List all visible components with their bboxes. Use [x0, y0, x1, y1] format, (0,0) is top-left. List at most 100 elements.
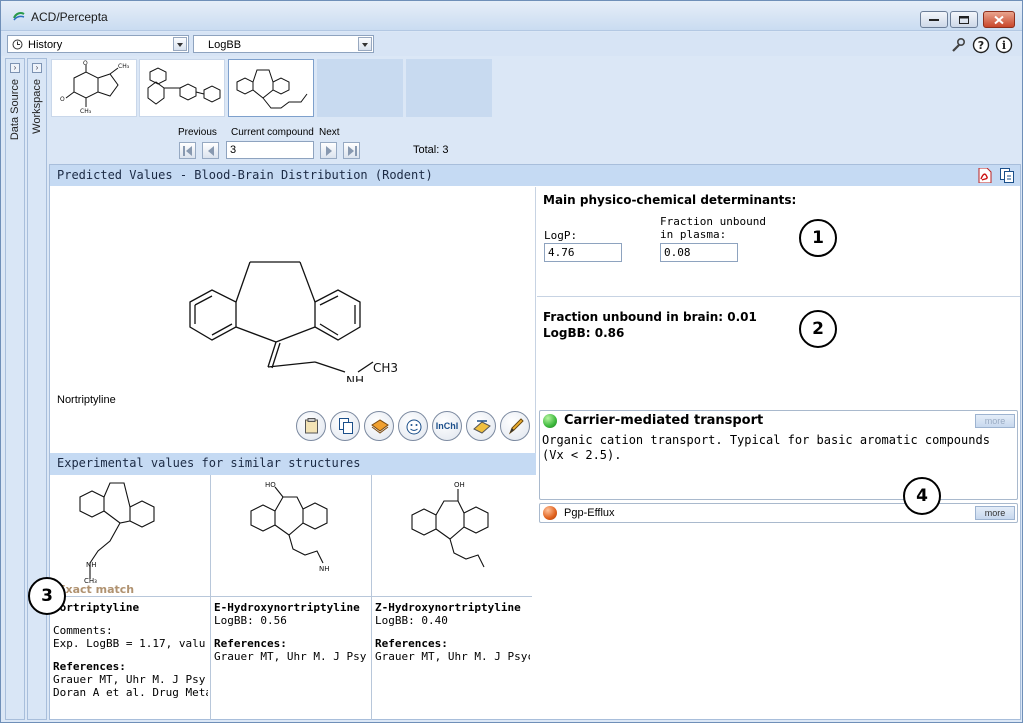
smiles-button[interactable] — [398, 411, 428, 441]
smiley-icon — [406, 419, 422, 435]
ch3-label: CH3 — [373, 361, 398, 375]
help-icon[interactable]: ? — [972, 36, 990, 54]
nh-label: NH — [346, 374, 364, 382]
close-button[interactable] — [983, 11, 1015, 28]
tab-workspace-label: Workspace — [31, 79, 43, 134]
results-panel: Predicted Values - Blood-Brain Distribut… — [49, 164, 1021, 720]
clipboard-paste-button[interactable] — [296, 411, 326, 441]
toolbar: History LogBB ? i — [1, 32, 1022, 56]
similar-structure-card[interactable]: HO NH E-Hydroxynortriptyline LogBB: 0.56… — [211, 475, 372, 720]
side-tab-strip: › Data Source › Workspace — [5, 58, 49, 720]
determinants-column: Main physico-chemical determinants: LogP… — [537, 187, 1020, 720]
similar-structure-card[interactable]: OH Z-Hydroxynortriptyline LogBB: 0.40 Re… — [372, 475, 533, 720]
fraction-unbound-label: Fraction unbound — [660, 215, 766, 228]
carrier-more-button[interactable]: more — [975, 414, 1015, 428]
chevron-down-icon[interactable] — [173, 37, 187, 51]
tab-workspace[interactable]: › Workspace — [27, 58, 47, 720]
empty-thumbnail-slot — [406, 59, 492, 117]
svg-text:?: ? — [978, 39, 984, 52]
svg-text:CH₃: CH₃ — [118, 63, 130, 70]
comments-label: Comments: — [53, 624, 113, 637]
current-compound-label: Current compound — [231, 127, 314, 138]
physchem-determinants-section: Main physico-chemical determinants: LogP… — [537, 187, 1020, 297]
svg-text:NH: NH — [86, 561, 97, 569]
inchi-icon: InChI — [435, 421, 459, 431]
info-icon[interactable]: i — [995, 36, 1013, 54]
molecule-structure-image — [236, 69, 308, 109]
wrench-icon[interactable] — [949, 36, 967, 54]
compound-thumbnail[interactable]: O O CH₃ CH₃ — [51, 59, 137, 117]
predicted-values-title: Predicted Values - Blood-Brain Distribut… — [57, 168, 433, 182]
pencil-button[interactable] — [500, 411, 530, 441]
clock-icon — [12, 39, 23, 50]
logp-label: LogP: — [544, 229, 578, 242]
pgp-more-button[interactable]: more — [975, 506, 1015, 520]
structure-panel: NH CH3 Nortriptyline InChI — [50, 187, 536, 453]
reference-text: Grauer MT, Uhr M. J Psy.. — [53, 673, 208, 686]
tab-data-source[interactable]: › Data Source — [5, 58, 25, 720]
pgp-efflux-card: Pgp-Efflux more — [539, 503, 1018, 523]
pdf-export-icon[interactable] — [978, 168, 992, 183]
logbb-value: LogBB: 0.56 — [214, 614, 287, 627]
compound-name: Nortriptyline — [57, 394, 116, 406]
compound-thumbnail-selected[interactable] — [228, 59, 314, 117]
fraction-unbound-brain: Fraction unbound in brain: 0.01 — [543, 310, 757, 324]
exact-match-label: Exact match — [58, 583, 135, 596]
references-label: References: — [214, 637, 287, 650]
svg-text:O: O — [60, 96, 65, 103]
similar-structure-name: E-Hydroxynortriptyline — [214, 601, 360, 614]
expand-icon[interactable]: › — [10, 63, 20, 73]
current-compound-input[interactable] — [226, 141, 314, 159]
similar-structure-image: HO NH — [211, 475, 371, 597]
status-orange-icon — [543, 506, 557, 520]
minimize-button[interactable] — [920, 11, 948, 28]
pencil-icon — [508, 418, 524, 435]
molecule-structure-image: NH CH₃ — [79, 482, 155, 585]
callout-4: 4 — [903, 477, 941, 515]
molecule-structure-image: HO NH — [250, 481, 330, 573]
history-dropdown[interactable]: History — [7, 35, 189, 53]
previous-icon — [208, 146, 214, 156]
similar-structure-details: Nortriptyline Comments: Exp. LogBB = 1.1… — [53, 601, 208, 699]
expand-icon[interactable]: › — [32, 63, 42, 73]
next-label: Next — [319, 127, 340, 138]
previous-button[interactable] — [202, 142, 219, 159]
module-dropdown[interactable]: LogBB — [193, 35, 374, 53]
last-button[interactable] — [343, 142, 360, 159]
minimize-icon — [929, 18, 939, 21]
module-value: LogBB — [208, 39, 242, 51]
window-title: ACD/Percepta — [31, 10, 108, 24]
total-count: Total: 3 — [413, 144, 449, 156]
maximize-icon — [959, 15, 969, 24]
molecule-structure-image: OH — [411, 481, 489, 568]
chevron-down-icon[interactable] — [358, 37, 372, 51]
edit-structure-button[interactable] — [466, 411, 496, 441]
similar-structure-image: OH — [372, 475, 532, 597]
copy-structure-button[interactable] — [330, 411, 360, 441]
app-window: ACD/Percepta History LogBB ? i › Data So… — [0, 0, 1023, 723]
carrier-transport-text: Organic cation transport. Typical for ba… — [542, 433, 990, 462]
callout-2: 2 — [799, 310, 837, 348]
experimental-values-title: Experimental values for similar structur… — [57, 456, 361, 470]
first-button[interactable] — [179, 142, 196, 159]
fraction-unbound-label-line2: in plasma: — [660, 228, 727, 241]
copy-icon[interactable] — [1000, 168, 1014, 183]
determinants-title: Main physico-chemical determinants: — [543, 193, 797, 207]
compound-thumbnail[interactable] — [139, 59, 225, 117]
book-icon — [371, 419, 389, 434]
logbb-value: LogBB: 0.40 — [375, 614, 448, 627]
next-button[interactable] — [320, 142, 337, 159]
svg-text:OH: OH — [454, 481, 465, 489]
similar-structure-details: Z-Hydroxynortriptyline LogBB: 0.40 Refer… — [375, 601, 530, 663]
clipboard-icon — [305, 418, 318, 434]
inchi-button[interactable]: InChI — [432, 411, 462, 441]
references-label: References: — [375, 637, 448, 650]
pgp-efflux-title: Pgp-Efflux — [564, 507, 615, 519]
maximize-button[interactable] — [950, 11, 978, 28]
brain-distribution-section: Fraction unbound in brain: 0.01 LogBB: 0… — [537, 297, 1020, 407]
open-file-button[interactable] — [364, 411, 394, 441]
similar-structure-card[interactable]: NH CH₃ Exact match Nortriptyline Comment… — [50, 475, 211, 720]
svg-text:O: O — [83, 60, 88, 67]
similar-structure-details: E-Hydroxynortriptyline LogBB: 0.56 Refer… — [214, 601, 369, 663]
title-bar: ACD/Percepta — [1, 1, 1022, 31]
